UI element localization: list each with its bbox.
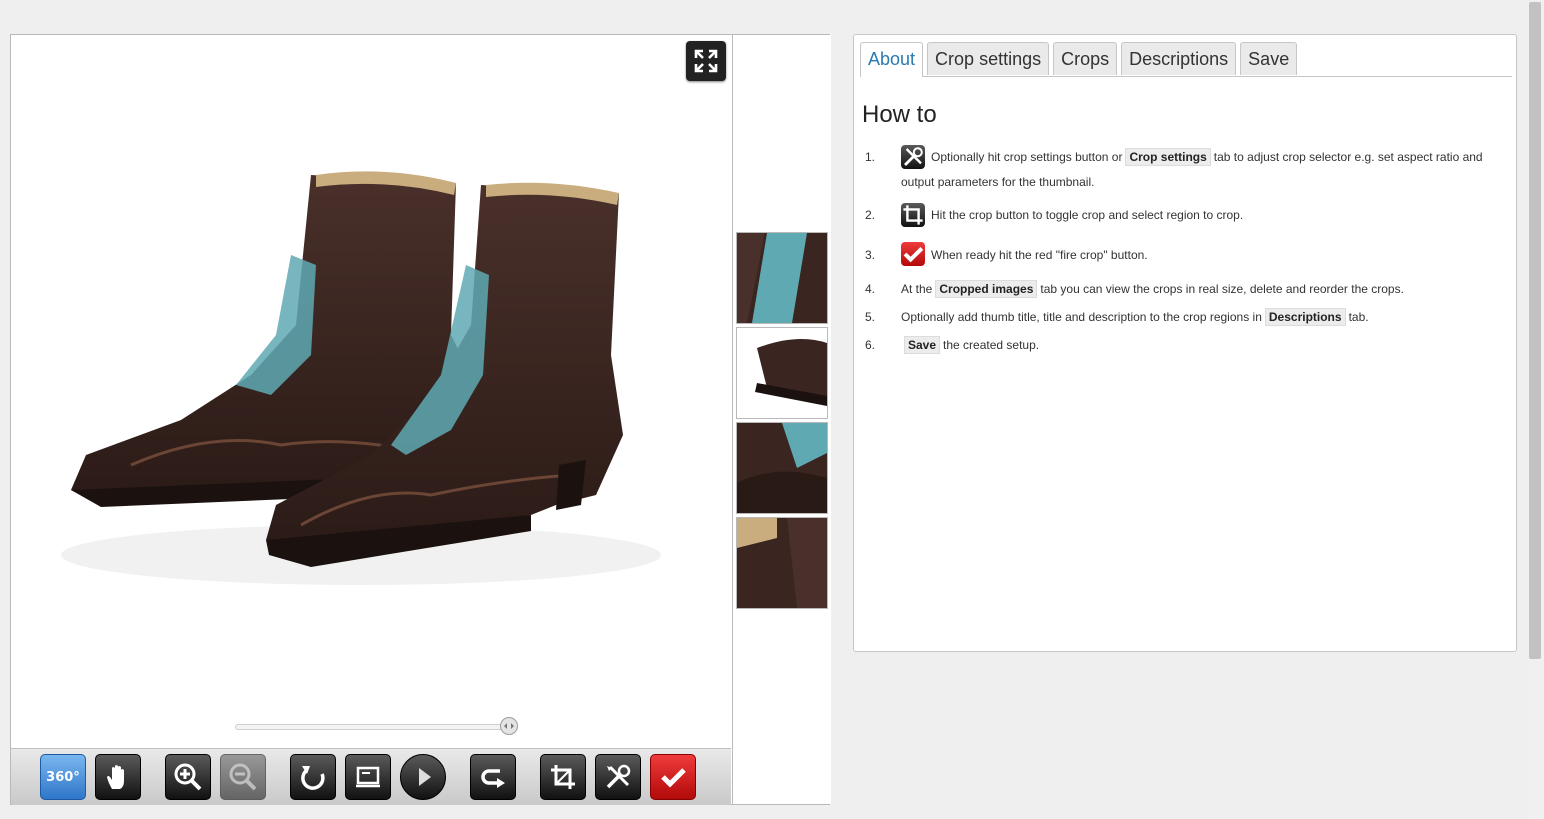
cropped-images-chip: Cropped images: [935, 280, 1038, 299]
step-item: 1. Optionally hit crop settings button o…: [854, 144, 1494, 194]
product-image-boots: [61, 171, 661, 585]
crop-icon: [901, 202, 925, 227]
undo-icon: [301, 766, 325, 790]
step-number: 5.: [865, 310, 876, 325]
step-number: 2.: [865, 207, 876, 222]
thumbnail-strip: [732, 35, 831, 804]
checkmark-icon: [661, 768, 686, 788]
step-item: 5. Optionally add thumb title, title and…: [854, 305, 1494, 329]
step-text: Optionally add thumb title, title and de…: [901, 310, 1262, 325]
zoom-out-icon: [229, 763, 257, 791]
viewer-toolbar: 360°: [11, 748, 731, 805]
crop-settings-button[interactable]: [595, 754, 641, 800]
fullscreen-button[interactable]: [686, 41, 726, 81]
tab-about[interactable]: About: [860, 42, 924, 77]
step-text: the created setup.: [943, 338, 1040, 353]
step-text: When ready hit the red "fire crop" butto…: [931, 247, 1148, 262]
thumbnail[interactable]: [736, 517, 828, 609]
crop-icon: [551, 765, 575, 789]
zoom-slider-track[interactable]: [235, 724, 517, 730]
play-icon: [419, 768, 431, 786]
thumbnail[interactable]: [736, 422, 828, 514]
fit-screen-button[interactable]: [345, 754, 391, 800]
how-to-steps: 1. Optionally hit crop settings button o…: [854, 144, 1494, 357]
step-item: 2. Hit the crop button to toggle crop an…: [854, 202, 1494, 228]
step-item: 6. Save the created setup.: [854, 333, 1494, 357]
step-item: 3. When ready hit the red "fire crop" bu…: [854, 242, 1494, 268]
image-stage[interactable]: [11, 35, 731, 749]
tab-crops[interactable]: Crops: [1053, 42, 1118, 75]
360-icon: 360°: [46, 769, 80, 785]
step-text: tab you can view the crops in real size,…: [1040, 282, 1404, 297]
zoom-in-icon: [174, 763, 202, 791]
rotate-360-button[interactable]: 360°: [40, 754, 86, 800]
expand-icon: [694, 49, 718, 73]
fire-crop-button[interactable]: [650, 754, 696, 800]
checkmark-icon: [901, 242, 925, 267]
tab-descriptions[interactable]: Descriptions: [1121, 42, 1237, 75]
step-text: tab.: [1348, 310, 1369, 325]
screen-icon: [356, 766, 380, 788]
step-text: Hit the crop button to toggle crop and s…: [931, 207, 1244, 222]
reset-button[interactable]: [290, 754, 336, 800]
image-viewer: 360°: [10, 34, 831, 805]
scrollbar-thumb[interactable]: [1529, 2, 1541, 659]
thumbnail[interactable]: [736, 327, 828, 419]
step-number: 3.: [865, 247, 876, 262]
next-button[interactable]: [470, 754, 516, 800]
step-number: 1.: [865, 150, 876, 164]
tab-save[interactable]: Save: [1240, 42, 1298, 75]
play-button[interactable]: [400, 754, 446, 800]
help-panel: About Crop settings Crops Descriptions S…: [853, 34, 1517, 652]
step-text: At the: [901, 282, 933, 297]
tools-icon: [606, 764, 631, 789]
thumbnail[interactable]: [736, 232, 828, 324]
page-scrollbar[interactable]: [1527, 0, 1544, 819]
redo-icon: [481, 769, 505, 788]
descriptions-chip: Descriptions: [1264, 308, 1346, 327]
pan-hand-button[interactable]: [95, 754, 141, 800]
save-chip: Save: [904, 336, 941, 355]
zoom-out-button[interactable]: [220, 754, 266, 800]
zoom-slider-handle[interactable]: [500, 717, 518, 735]
tools-icon: [901, 144, 925, 169]
hand-icon: [107, 765, 124, 789]
tab-crop-settings[interactable]: Crop settings: [927, 42, 1050, 75]
panel-tabs: About Crop settings Crops Descriptions S…: [860, 42, 1512, 77]
drag-arrows-icon: [504, 723, 514, 729]
step-number: 4.: [865, 282, 876, 297]
section-heading: How to: [862, 101, 937, 128]
crop-settings-chip: Crop settings: [1125, 148, 1211, 166]
step-text: Optionally hit crop settings button or: [931, 150, 1123, 164]
crop-button[interactable]: [540, 754, 586, 800]
zoom-in-button[interactable]: [165, 754, 211, 800]
step-item: 4. At the Cropped images tab you can view …: [854, 277, 1494, 301]
step-number: 6.: [865, 338, 876, 353]
